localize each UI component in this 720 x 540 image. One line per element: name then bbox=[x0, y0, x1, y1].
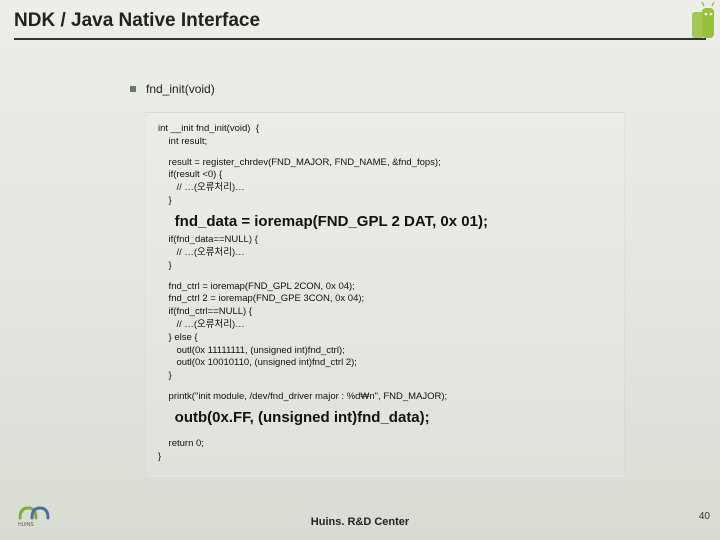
code-line: outl(0x 10010110, (unsigned int)fnd_ctrl… bbox=[158, 357, 612, 370]
code-line: // …(오류처리)… bbox=[158, 247, 612, 260]
code-line: } bbox=[158, 260, 612, 273]
code-line: result = register_chrdev(FND_MAJOR, FND_… bbox=[158, 157, 612, 170]
code-line: int __init fnd_init(void) { bbox=[158, 123, 612, 136]
code-line: // …(오류처리)… bbox=[158, 182, 612, 195]
code-line-emph: outb(0x.FF, (unsigned int)fnd_data); bbox=[158, 408, 612, 428]
code-line: } else { bbox=[158, 332, 612, 345]
bullet-item: fnd_init(void) bbox=[130, 82, 215, 96]
code-line: } bbox=[158, 370, 612, 383]
code-block: int __init fnd_init(void) { int result; … bbox=[145, 112, 625, 477]
code-line: outl(0x 11111111, (unsigned int)fnd_ctrl… bbox=[158, 345, 612, 358]
code-line: if(fnd_ctrl==NULL) { bbox=[158, 306, 612, 319]
code-line: int result; bbox=[158, 136, 612, 149]
code-line: // …(오류처리)… bbox=[158, 319, 612, 332]
page-number: 40 bbox=[699, 511, 710, 522]
code-line: printk("init module, /dev/fnd_driver maj… bbox=[158, 391, 612, 404]
code-line: if(fnd_data==NULL) { bbox=[158, 234, 612, 247]
code-line: return 0; bbox=[158, 438, 612, 451]
android-icon bbox=[664, 2, 714, 42]
code-line: fnd_ctrl = ioremap(FND_GPL 2CON, 0x 04); bbox=[158, 281, 612, 294]
slide-title: NDK / Java Native Interface bbox=[14, 10, 706, 40]
code-line: } bbox=[158, 451, 612, 464]
code-line-emph: fnd_data = ioremap(FND_GPL 2 DAT, 0x 01)… bbox=[158, 212, 612, 232]
code-line: fnd_ctrl 2 = ioremap(FND_GPE 3CON, 0x 04… bbox=[158, 293, 612, 306]
code-line: if(result <0) { bbox=[158, 169, 612, 182]
footer-center-text: Huins. R&D Center bbox=[0, 516, 720, 528]
bullet-label: fnd_init(void) bbox=[146, 82, 215, 96]
slide: NDK / Java Native Interface fnd_init(voi… bbox=[0, 0, 720, 540]
code-line: } bbox=[158, 195, 612, 208]
bullet-square-icon bbox=[130, 86, 136, 92]
